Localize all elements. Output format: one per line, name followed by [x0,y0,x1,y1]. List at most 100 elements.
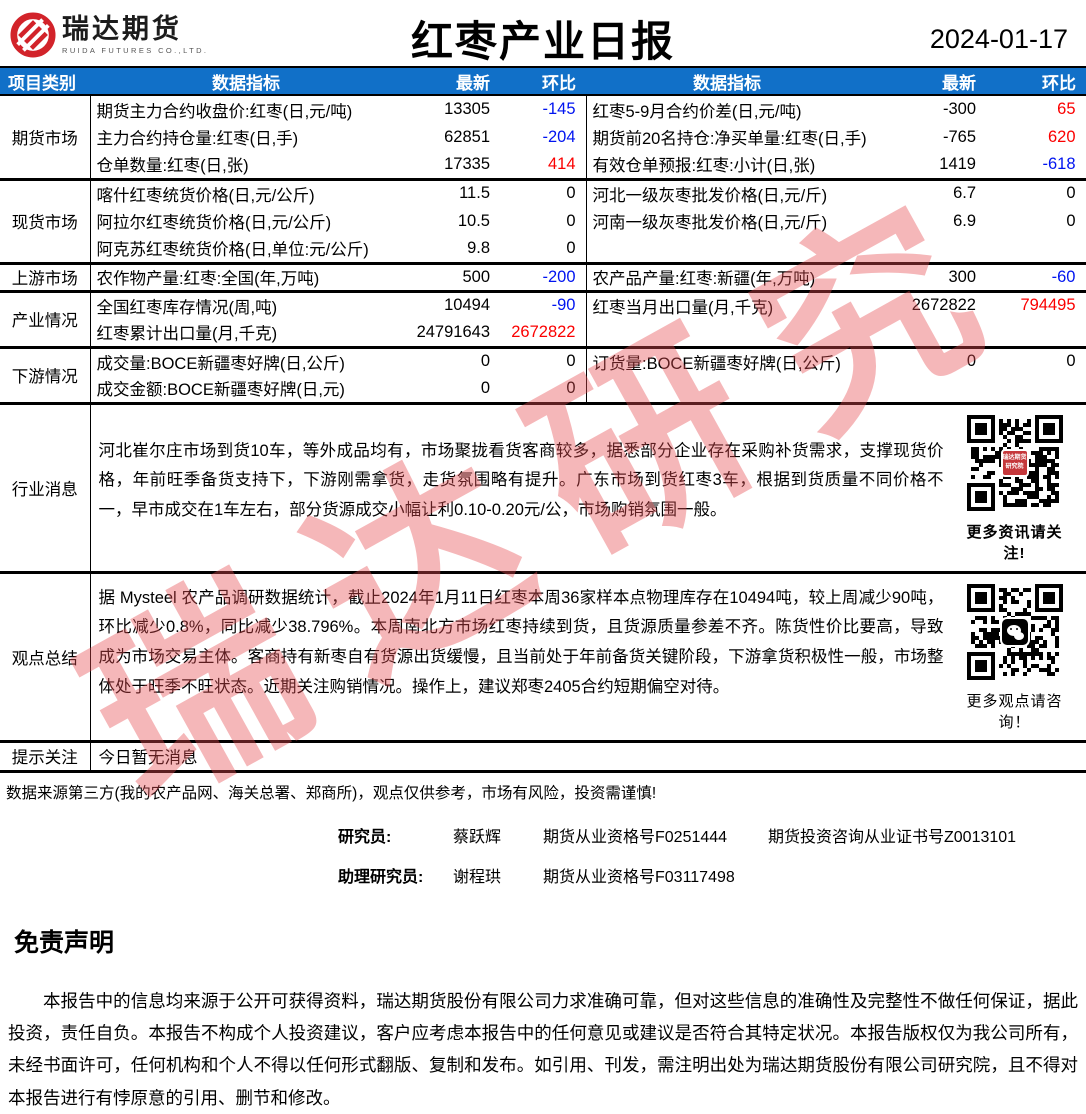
latest-value: 11.5 [402,179,500,207]
section-downstream-status: 下游情况 成交量:BOCE新疆枣好牌(日,公斤) 0 0 订货量:BOCE新疆枣… [0,347,1086,403]
researcher-name: 蔡跃辉 [453,823,543,847]
assistant-cert1: 期货从业资格号F03117498 [543,863,768,887]
delta-value: 620 [986,123,1086,151]
delta-value [986,375,1086,403]
indicator-label: 农作物产量:红枣:全国(年,万吨) [90,263,402,291]
delta-value: 0 [986,179,1086,207]
indicator-label [586,235,868,263]
category-cell: 行业消息 [0,403,90,572]
delta-value: 0 [500,235,586,263]
latest-value: 1419 [868,151,986,179]
delta-value [986,319,1086,347]
col-header-delta-right: 环比 [986,67,1086,95]
table-row: 主力合约持仓量:红枣(日,手) 62851 -204 期货前20名持仓:净买单量… [0,123,1086,151]
indicator-label: 农产品产量:红枣:新疆(年,万吨) [586,263,868,291]
delta-value: 0 [986,347,1086,375]
category-cell: 产业情况 [0,291,90,347]
table-row: 提示关注 今日暂无消息 [0,741,1086,771]
report-date: 2024-01-17 [930,24,1068,55]
delta-value: 0 [500,347,586,375]
indicator-label: 河南一级灰枣批发价格(日,元/斤) [586,207,868,235]
data-source-note: 数据来源第三方(我的农产品网、海关总署、郑商所)，观点仅供参考，市场有风险，投资… [0,773,1086,805]
latest-value [868,235,986,263]
indicator-label: 期货主力合约收盘价:红枣(日,元/吨) [90,95,402,123]
report-page: 瑞达期货 RUIDA FUTURES CO.,LTD. 红枣产业日报 2024-… [0,0,1086,1013]
assistant-row: 助理研究员: 谢程珙 期货从业资格号F03117498 [338,863,1086,887]
col-header-indicator-right: 数据指标 [586,67,868,95]
latest-value: 500 [402,263,500,291]
col-header-delta-left: 环比 [500,67,586,95]
assistant-label: 助理研究员: [338,863,453,887]
section-notice: 提示关注 今日暂无消息 [0,741,1086,771]
news-qr-block: 瑞达期货研究院 更多资讯请关注! [958,405,1086,571]
latest-value: 13305 [402,95,500,123]
delta-value: -200 [500,263,586,291]
table-row: 阿拉尔红枣统货价格(日,元/公斤) 10.5 0 河南一级灰枣批发价格(日,元/… [0,207,1086,235]
indicator-label: 主力合约持仓量:红枣(日,手) [90,123,402,151]
wechat-icon [1000,617,1030,647]
latest-value: 10.5 [402,207,500,235]
latest-value: -765 [868,123,986,151]
section-futures-market: 期货市场 期货主力合约收盘价:红枣(日,元/吨) 13305 -145 红枣5-… [0,95,1086,179]
latest-value: 10494 [402,291,500,319]
qr-center-badge: 瑞达期货研究院 [1001,449,1029,477]
table-row: 期货市场 期货主力合约收盘价:红枣(日,元/吨) 13305 -145 红枣5-… [0,95,1086,123]
latest-value: 0 [868,347,986,375]
delta-value: -90 [500,291,586,319]
category-cell: 提示关注 [0,741,90,771]
indicator-label: 红枣5-9月合约价差(日,元/吨) [586,95,868,123]
latest-value: 17335 [402,151,500,179]
researcher-cert2: 期货投资咨询从业证书号Z0013101 [768,823,1016,847]
latest-value: -300 [868,95,986,123]
indicator-label: 喀什红枣统货价格(日,元/公斤) [90,179,402,207]
table-row: 成交金额:BOCE新疆枣好牌(日,元) 0 0 [0,375,1086,403]
latest-value: 300 [868,263,986,291]
col-header-latest-right: 最新 [868,67,986,95]
latest-value [868,319,986,347]
data-table: 项目类别 数据指标 最新 环比 数据指标 最新 环比 期货市场 期货主力合约收盘… [0,66,1086,773]
table-row: 红枣累计出口量(月,千克) 24791643 2672822 [0,319,1086,347]
news-qr-caption: 更多资讯请关注! [958,521,1072,563]
indicator-label: 阿拉尔红枣统货价格(日,元/公斤) [90,207,402,235]
category-cell: 上游市场 [0,263,90,291]
table-row: 上游市场 农作物产量:红枣:全国(年,万吨) 500 -200 农产品产量:红枣… [0,263,1086,291]
indicator-label: 有效仓单预报:红枣:小计(日,张) [586,151,868,179]
indicator-label: 成交量:BOCE新疆枣好牌(日,公斤) [90,347,402,375]
researchers-block: 研究员: 蔡跃辉 期货从业资格号F0251444 期货投资咨询从业证书号Z001… [338,823,1086,887]
report-header: 瑞达期货 RUIDA FUTURES CO.,LTD. 红枣产业日报 2024-… [0,0,1086,66]
section-industry-news: 行业消息 河北崔尔庄市场到货10车，等外成品均有，市场聚拢看货客商较多，据悉部分… [0,403,1086,572]
researcher-cert1: 期货从业资格号F0251444 [543,823,768,847]
qr-code-summary [967,584,1063,680]
summary-text: 据 Mysteel 农产品调研数据统计，截止2024年1月11日红枣本周36家样… [91,574,958,713]
table-row: 下游情况 成交量:BOCE新疆枣好牌(日,公斤) 0 0 订货量:BOCE新疆枣… [0,347,1086,375]
category-cell: 期货市场 [0,95,90,179]
col-header-category: 项目类别 [0,67,90,95]
latest-value: 0 [402,347,500,375]
indicator-label: 仓单数量:红枣(日,张) [90,151,402,179]
table-row: 阿克苏红枣统货价格(日,单位:元/公斤) 9.8 0 [0,235,1086,263]
delta-value: 65 [986,95,1086,123]
col-header-indicator-left: 数据指标 [90,67,402,95]
delta-value: 414 [500,151,586,179]
table-row: 现货市场 喀什红枣统货价格(日,元/公斤) 11.5 0 河北一级灰枣批发价格(… [0,179,1086,207]
page-title: 红枣产业日报 [0,8,1086,69]
disclaimer-title: 免责声明 [14,923,1086,959]
col-header-latest-left: 最新 [402,67,500,95]
delta-value: 0 [500,207,586,235]
researcher-label: 研究员: [338,823,453,847]
latest-value: 6.7 [868,179,986,207]
latest-value [868,375,986,403]
indicator-label: 河北一级灰枣批发价格(日,元/斤) [586,179,868,207]
delta-value: 2672822 [500,319,586,347]
delta-value: -618 [986,151,1086,179]
category-cell: 观点总结 [0,572,90,741]
indicator-label: 红枣当月出口量(月,千克) [586,291,868,319]
latest-value: 62851 [402,123,500,151]
table-header-row: 项目类别 数据指标 最新 环比 数据指标 最新 环比 [0,67,1086,95]
indicator-label: 期货前20名持仓:净买单量:红枣(日,手) [586,123,868,151]
latest-value: 6.9 [868,207,986,235]
delta-value: 0 [500,375,586,403]
section-spot-market: 现货市场 喀什红枣统货价格(日,元/公斤) 11.5 0 河北一级灰枣批发价格(… [0,179,1086,263]
indicator-label [586,319,868,347]
researcher-row: 研究员: 蔡跃辉 期货从业资格号F0251444 期货投资咨询从业证书号Z001… [338,823,1086,847]
